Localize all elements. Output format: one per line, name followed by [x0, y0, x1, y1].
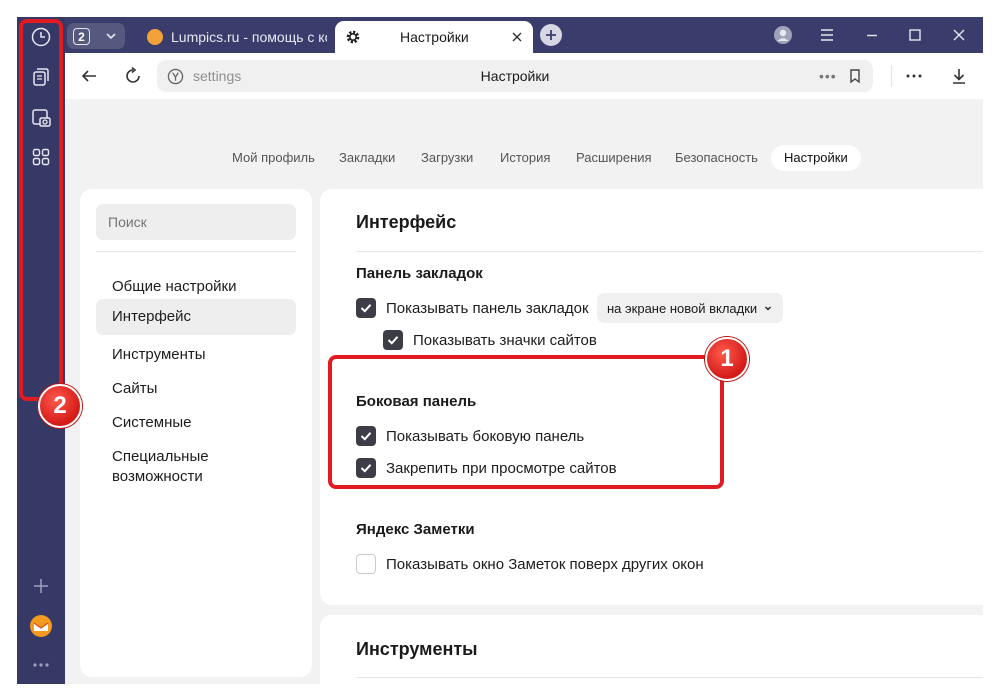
- search-input[interactable]: [96, 204, 296, 240]
- mail-button[interactable]: [29, 614, 53, 638]
- side-panel-highlight: [328, 355, 724, 489]
- maximize-icon: [909, 29, 921, 41]
- tools-section: Инструменты: [320, 615, 983, 684]
- close-icon[interactable]: [509, 29, 525, 45]
- section-divider: [356, 677, 983, 678]
- bookmark-icon[interactable]: [847, 68, 863, 84]
- screenshot: 2 Lumpics.ru - помощь с компьютером Наст…: [0, 0, 1000, 700]
- check-icon: [387, 336, 399, 345]
- more-button[interactable]: [29, 653, 53, 677]
- notes-title: Яндекс Заметки: [356, 521, 475, 538]
- more-dots-icon: [33, 663, 49, 667]
- menu-button[interactable]: [817, 25, 837, 45]
- tab-label: Lumpics.ru - помощь с компьютером: [171, 29, 327, 45]
- tab-extensions[interactable]: Расширения: [576, 145, 652, 171]
- menu-item-accessibility[interactable]: Специальные возможности: [96, 439, 266, 495]
- mail-icon: [30, 615, 52, 637]
- plus-icon: [546, 30, 556, 40]
- show-site-icons-checkbox[interactable]: [383, 330, 403, 350]
- tab-settings[interactable]: Настройки: [335, 21, 533, 53]
- menu-item-system[interactable]: Системные: [96, 405, 296, 441]
- chevron-down-icon: [106, 33, 116, 40]
- browser-window: 2 Lumpics.ru - помощь с компьютером Наст…: [17, 17, 983, 684]
- lumpics-favicon-icon: [147, 29, 163, 45]
- tab-my-profile[interactable]: Мой профиль: [232, 145, 315, 171]
- more-actions-button[interactable]: •••: [819, 68, 837, 84]
- tab-downloads[interactable]: Загрузки: [421, 145, 473, 171]
- more-dots-icon: [906, 74, 922, 78]
- settings-menu: Общие настройки Интерфейс Инструменты Са…: [80, 189, 312, 677]
- page-title: Настройки: [480, 68, 550, 84]
- menu-item-interface[interactable]: Интерфейс: [96, 299, 296, 335]
- show-notes-checkbox[interactable]: [356, 554, 376, 574]
- toolbar-divider: [891, 65, 892, 87]
- settings-tabs: Мой профиль Закладки Загрузки История Ра…: [65, 145, 983, 171]
- avatar-icon: [774, 26, 792, 44]
- menu-item-sites[interactable]: Сайты: [96, 371, 296, 407]
- show-notes-label: Показывать окно Заметок поверх других ок…: [386, 555, 704, 573]
- tab-count: 2: [73, 28, 90, 45]
- maximize-button[interactable]: [905, 25, 925, 45]
- tab-bar: 2 Lumpics.ru - помощь с компьютером Наст…: [17, 17, 983, 53]
- section-divider: [356, 251, 983, 252]
- check-icon: [360, 304, 372, 313]
- annotation-badge-1: 1: [705, 337, 749, 381]
- menu-divider: [96, 251, 296, 252]
- chevron-down-icon: [765, 306, 772, 311]
- show-site-icons-label: Показывать значки сайтов: [413, 331, 597, 349]
- add-panel-button[interactable]: [29, 574, 53, 598]
- minimize-button[interactable]: [862, 25, 882, 45]
- bookmarks-panel-select[interactable]: на экране новой вкладки: [597, 293, 784, 323]
- tab-security[interactable]: Безопасность: [675, 145, 758, 171]
- arrow-left-icon: [81, 70, 96, 82]
- bookmarks-panel-title: Панель закладок: [356, 265, 483, 282]
- close-window-button[interactable]: [949, 25, 969, 45]
- show-bookmarks-panel-checkbox[interactable]: [356, 298, 376, 318]
- navigation-bar: settings Настройки •••: [65, 53, 983, 99]
- sidebar-highlight: [19, 19, 63, 401]
- tab-settings-active[interactable]: Настройки: [771, 145, 861, 171]
- annotation-badge-2: 2: [38, 384, 82, 428]
- select-value: на экране новой вкладки: [607, 300, 758, 316]
- extensions-menu-button[interactable]: [904, 66, 924, 86]
- menu-item-tools[interactable]: Инструменты: [96, 337, 296, 373]
- close-icon: [953, 29, 965, 41]
- downloads-button[interactable]: [949, 66, 969, 86]
- gear-icon: [346, 30, 360, 44]
- minimize-icon: [867, 34, 877, 37]
- tab-bookmarks[interactable]: Закладки: [339, 145, 395, 171]
- tab-label: Настройки: [400, 29, 469, 45]
- download-icon: [953, 69, 965, 84]
- show-bookmarks-panel-label: Показывать панель закладок: [386, 299, 589, 317]
- address-bar[interactable]: settings Настройки •••: [157, 60, 873, 92]
- hamburger-icon: [821, 29, 833, 41]
- new-tab-button[interactable]: [540, 24, 562, 46]
- reload-icon: [126, 67, 140, 83]
- section-title: Интерфейс: [356, 212, 457, 232]
- show-site-icons-row[interactable]: Показывать значки сайтов: [383, 329, 597, 351]
- plus-icon: [34, 579, 48, 593]
- tab-lumpics[interactable]: Lumpics.ru - помощь с компьютером: [137, 21, 327, 53]
- tab-group-button[interactable]: 2: [67, 23, 125, 49]
- profile-button[interactable]: [773, 25, 793, 45]
- reload-button[interactable]: [123, 66, 143, 86]
- show-notes-row[interactable]: Показывать окно Заметок поверх других ок…: [356, 553, 704, 575]
- back-button[interactable]: [79, 66, 99, 86]
- section-title: Инструменты: [356, 639, 478, 659]
- show-bookmarks-panel-row[interactable]: Показывать панель закладок: [356, 297, 589, 319]
- tab-history[interactable]: История: [500, 145, 550, 171]
